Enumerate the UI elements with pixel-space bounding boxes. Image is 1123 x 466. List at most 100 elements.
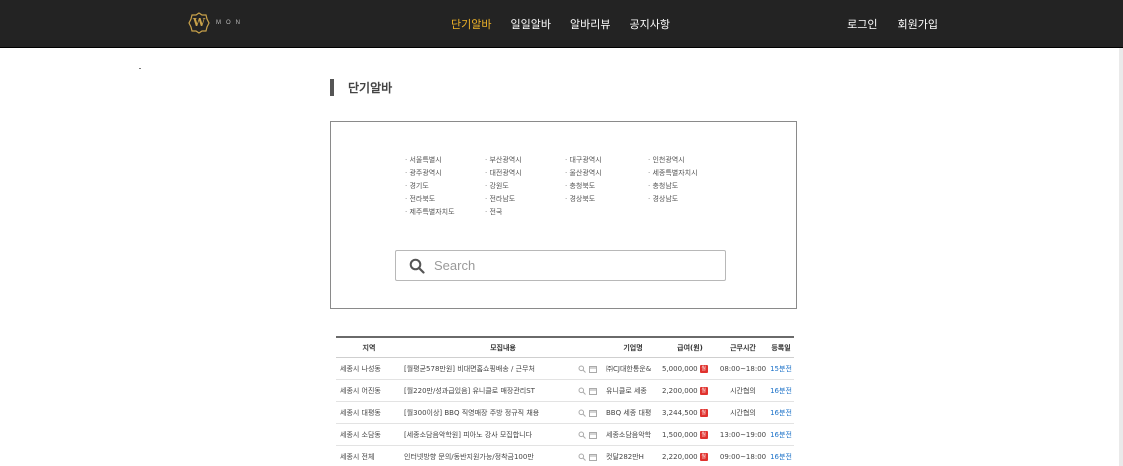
region-option[interactable]: 전국: [485, 206, 565, 218]
table-row[interactable]: 세종시 대평동 [월300이상] BBQ 직영매장 주방 정규직 채용 BBQ …: [336, 402, 794, 424]
search-icon[interactable]: [409, 258, 425, 274]
region-option[interactable]: 인천광역시: [648, 154, 738, 166]
region-filter-panel: 서울특별시 부산광역시 대구광역시 인천광역시 광주광역시 대전광역시 울산광역…: [330, 121, 797, 309]
row-hours: 시간협의: [730, 408, 756, 417]
row-pay: 3,244,500 월: [662, 408, 718, 417]
magnifier-icon[interactable]: [578, 365, 586, 373]
row-pay: 5,000,000 월: [662, 364, 718, 373]
header-hours[interactable]: 근무시간: [718, 343, 768, 353]
pay-unit-badge: 월: [699, 452, 708, 461]
row-pay: 2,200,000 월: [662, 386, 718, 395]
signup-link[interactable]: 회원가입: [898, 16, 938, 32]
row-content-link[interactable]: [월220만/성과급있음] 유니클로 매장관리ST: [402, 386, 578, 396]
header-content[interactable]: 모집내용: [402, 343, 604, 353]
row-hours: 시간협의: [730, 386, 756, 395]
title-accent-bar: [330, 79, 334, 96]
pay-unit-badge: 월: [699, 386, 708, 395]
table-row[interactable]: 세종시 전체 인터넷방향 문의/동반지원가능/정착금100만 컷달282만H 2…: [336, 446, 794, 466]
row-actions: [578, 431, 604, 439]
page-title: 단기알바: [348, 81, 393, 95]
row-company: ㈜CJ대한통운&: [606, 364, 652, 373]
logo-letter: W: [192, 16, 206, 29]
logo-badge-icon: W: [188, 12, 210, 34]
region-option[interactable]: 전라북도: [405, 193, 485, 205]
site-logo[interactable]: W MON: [188, 12, 245, 34]
pay-amount: 3,244,500: [662, 408, 698, 417]
region-option[interactable]: 대구광역시: [565, 154, 648, 166]
region-option[interactable]: 부산광역시: [485, 154, 565, 166]
region-option[interactable]: 서울특별시: [405, 154, 485, 166]
page-title-area: 단기알바: [330, 79, 392, 96]
nav-item-job-review[interactable]: 알바리뷰: [570, 16, 610, 32]
region-option[interactable]: 충청남도: [648, 180, 738, 192]
main-nav: 단기알바 일일알바 알바리뷰 공지사항: [451, 0, 689, 48]
region-option[interactable]: 광주광역시: [405, 167, 485, 179]
pay-amount: 2,220,000: [662, 452, 698, 461]
row-region: 세종시 대평동: [340, 408, 381, 417]
region-option[interactable]: 제주특별자치도: [405, 206, 485, 218]
magnifier-icon[interactable]: [578, 387, 586, 395]
row-hours: 13:00~19:00: [719, 430, 767, 439]
region-option[interactable]: 경기도: [405, 180, 485, 192]
region-option[interactable]: 대전광역시: [485, 167, 565, 179]
nav-item-notice[interactable]: 공지사항: [629, 16, 669, 32]
row-company: 유니클로 세종: [606, 386, 647, 395]
pay-amount: 2,200,000: [662, 386, 698, 395]
row-actions: [578, 387, 604, 395]
calendar-icon[interactable]: [589, 409, 597, 417]
nav-item-daily-job[interactable]: 일일알바: [510, 16, 550, 32]
row-pay: 2,220,000 월: [662, 452, 718, 461]
table-row[interactable]: 세종시 소담동 [세종소담음악학원] 피아노 강사 모집합니다 세종소담음악학 …: [336, 424, 794, 446]
region-option[interactable]: 경상북도: [565, 193, 648, 205]
magnifier-icon[interactable]: [578, 431, 586, 439]
magnifier-icon[interactable]: [578, 453, 586, 461]
header-posted[interactable]: 등록일: [768, 343, 794, 353]
stray-dot: [139, 68, 141, 69]
table-header: 지역 모집내용 기업명 급여(원) 근무시간 등록일: [336, 336, 794, 358]
row-content-link[interactable]: [세종소담음악학원] 피아노 강사 모집합니다: [402, 430, 578, 440]
region-option[interactable]: 울산광역시: [565, 167, 648, 179]
pay-amount: 1,500,000: [662, 430, 698, 439]
row-content-link[interactable]: [월평균578만원] 비대면홈쇼핑배송 / 근무처: [402, 364, 578, 374]
row-hours: 08:00~18:00: [719, 364, 767, 373]
row-posted: 16분전: [770, 430, 792, 439]
job-list-table: 지역 모집내용 기업명 급여(원) 근무시간 등록일 세종시 나성동 [월평균5…: [336, 336, 794, 466]
logo-text: MON: [216, 20, 245, 26]
pay-amount: 5,000,000: [662, 364, 698, 373]
row-company: 세종소담음악학: [606, 430, 652, 439]
pay-unit-badge: 월: [699, 430, 708, 439]
calendar-icon[interactable]: [589, 431, 597, 439]
row-region: 세종시 나성동: [340, 364, 381, 373]
top-navigation-bar: W MON 단기알바 일일알바 알바리뷰 공지사항 로그인 회원가입: [0, 0, 1123, 48]
region-list: 서울특별시 부산광역시 대구광역시 인천광역시 광주광역시 대전광역시 울산광역…: [405, 154, 738, 218]
nav-item-short-term-job[interactable]: 단기알바: [451, 16, 491, 32]
row-region: 세종시 어진동: [340, 386, 381, 395]
row-posted: 15분전: [770, 364, 792, 373]
magnifier-icon[interactable]: [578, 409, 586, 417]
region-option[interactable]: 경상남도: [648, 193, 738, 205]
row-actions: [578, 409, 604, 417]
login-link[interactable]: 로그인: [847, 16, 877, 32]
row-actions: [578, 365, 604, 373]
calendar-icon[interactable]: [589, 453, 597, 461]
window-edge: [1119, 48, 1123, 466]
row-company: BBQ 세종 대평: [606, 408, 652, 417]
row-content-link[interactable]: [월300이상] BBQ 직영매장 주방 정규직 채용: [402, 408, 578, 418]
header-company[interactable]: 기업명: [604, 343, 662, 353]
row-region: 세종시 전체: [340, 452, 375, 461]
row-actions: [578, 453, 604, 461]
search-input[interactable]: [434, 258, 694, 273]
pay-unit-badge: 월: [699, 408, 708, 417]
calendar-icon[interactable]: [589, 387, 597, 395]
table-row[interactable]: 세종시 어진동 [월220만/성과급있음] 유니클로 매장관리ST 유니클로 세…: [336, 380, 794, 402]
table-row[interactable]: 세종시 나성동 [월평균578만원] 비대면홈쇼핑배송 / 근무처 ㈜CJ대한통…: [336, 358, 794, 380]
region-option[interactable]: 충청북도: [565, 180, 648, 192]
region-option[interactable]: 강원도: [485, 180, 565, 192]
header-region[interactable]: 지역: [336, 343, 402, 353]
row-region: 세종시 소담동: [340, 430, 381, 439]
row-content-link[interactable]: 인터넷방향 문의/동반지원가능/정착금100만: [402, 452, 578, 462]
calendar-icon[interactable]: [589, 365, 597, 373]
header-pay[interactable]: 급여(원): [662, 343, 718, 353]
region-option[interactable]: 세종특별자치시: [648, 167, 738, 179]
region-option[interactable]: 전라남도: [485, 193, 565, 205]
